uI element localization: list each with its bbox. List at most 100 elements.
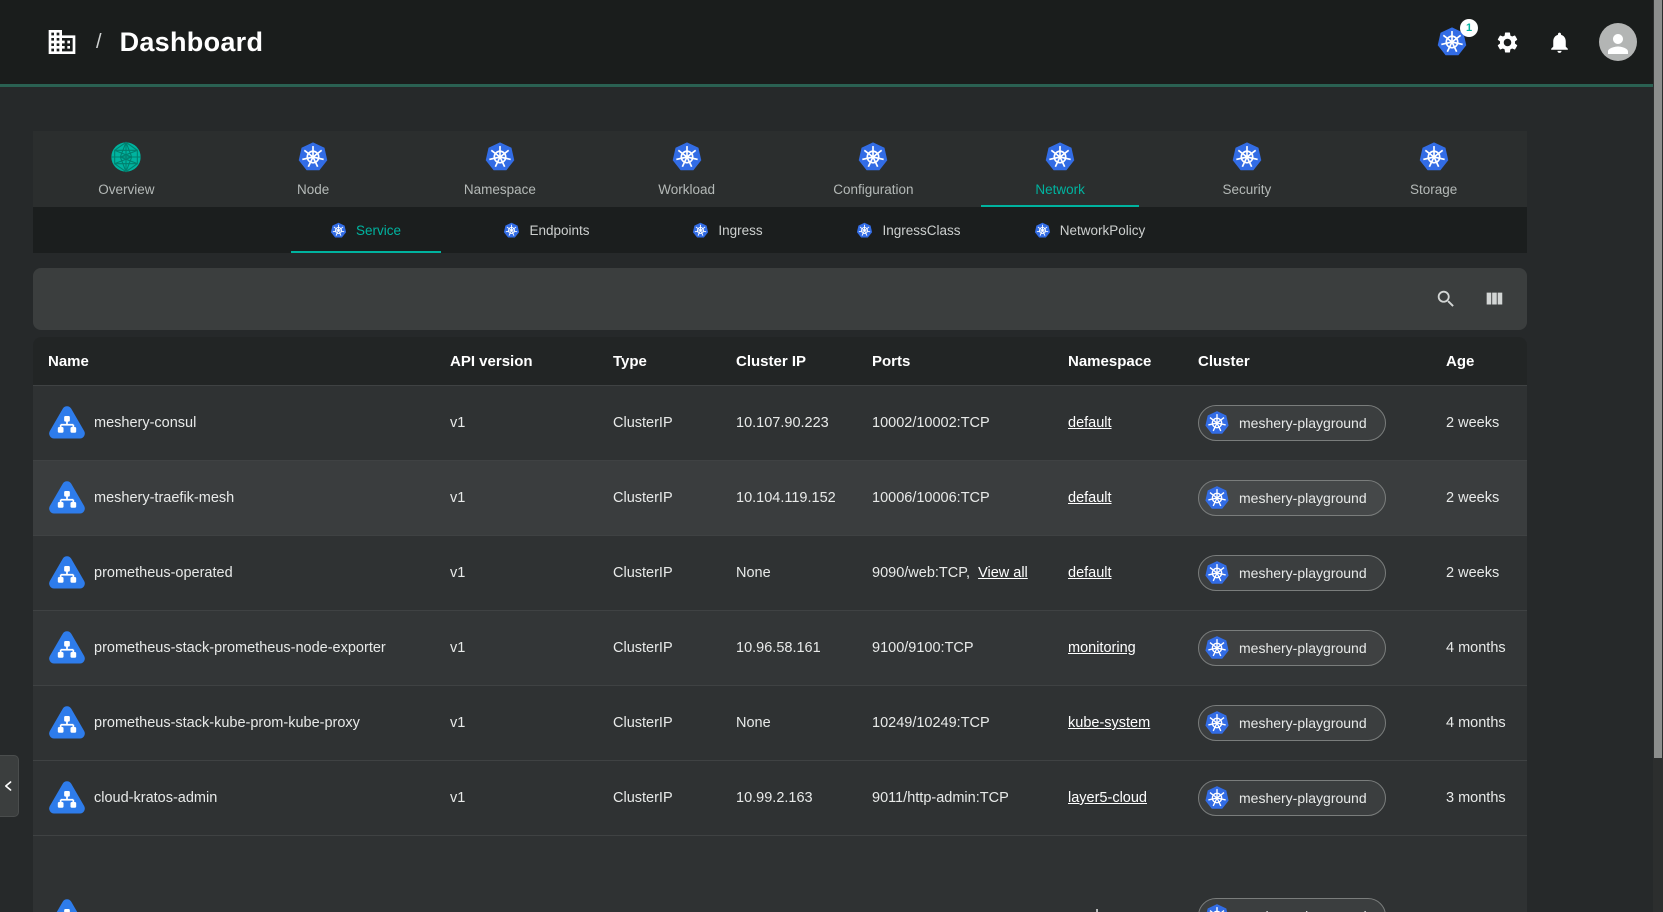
tab-icon: [1418, 141, 1450, 173]
namespace-link[interactable]: meshery: [1068, 908, 1124, 912]
view-all-ports-link[interactable]: View all: [978, 565, 1028, 581]
kubernetes-icon: [503, 222, 520, 239]
tab-label: Workload: [658, 182, 715, 197]
tab-label: Storage: [1410, 182, 1457, 197]
settings-gear-button[interactable]: [1495, 30, 1520, 55]
ports-value: 10006/10006:TCP: [872, 490, 990, 506]
age-value: 4 months: [1446, 640, 1506, 656]
tab-namespace[interactable]: Namespace: [407, 131, 594, 207]
namespace-link[interactable]: kube-system: [1068, 715, 1150, 731]
table-row[interactable]: meshery-traefik-mesh v1 ClusterIP 10.104…: [33, 460, 1527, 535]
namespace-link[interactable]: layer5-cloud: [1068, 790, 1147, 806]
subtab-label: Endpoints: [529, 223, 589, 238]
age-value: 2 weeks: [1446, 490, 1499, 506]
subtab-ingressclass[interactable]: IngressClass: [818, 207, 999, 253]
connected-clusters-button[interactable]: 1: [1436, 26, 1468, 58]
cluster-chip[interactable]: meshery-playground: [1198, 705, 1386, 741]
chevron-left-icon: [1, 778, 17, 794]
services-table: NameAPI versionTypeCluster IPPortsNamesp…: [33, 337, 1527, 912]
cluster-name: meshery-playground: [1239, 790, 1367, 806]
api-version-value: v1: [450, 640, 465, 656]
kubernetes-icon: [1204, 410, 1230, 436]
ports-value: 10249/10249:TCP: [872, 715, 990, 731]
ports-value: 9100/9100:TCP: [872, 640, 974, 656]
table-row[interactable]: prometheus-operated v1 ClusterIP None 90…: [33, 535, 1527, 610]
table-row[interactable]: prometheus-stack-kube-prom-kube-proxy v1…: [33, 685, 1527, 760]
cluster-chip[interactable]: meshery-playground: [1198, 555, 1386, 591]
cluster-chip[interactable]: meshery-playground: [1198, 780, 1386, 816]
service-icon: [48, 704, 86, 742]
tab-network[interactable]: Network: [967, 131, 1154, 207]
kubernetes-icon: [856, 222, 873, 239]
service-name: meshery-consul: [94, 415, 196, 431]
cluster-chip[interactable]: meshery-playground: [1198, 898, 1386, 912]
service-icon: [48, 897, 86, 912]
cluster-ip-value: None: [736, 565, 771, 581]
namespace-link[interactable]: monitoring: [1068, 640, 1136, 656]
cluster-ip-value: 10.104.119.152: [736, 490, 836, 506]
organization-icon[interactable]: [46, 26, 78, 58]
tab-icon: [1231, 141, 1263, 173]
cluster-name: meshery-playground: [1239, 908, 1367, 912]
column-header-namespace[interactable]: Namespace: [1053, 353, 1183, 370]
service-type-value: ClusterIP: [613, 790, 673, 806]
kubernetes-icon: [1204, 710, 1230, 736]
api-version-value: v1: [450, 490, 465, 506]
column-header-ports[interactable]: Ports: [857, 353, 1053, 370]
table-row[interactable]: meshery-consul v1 ClusterIP 10.107.90.22…: [33, 385, 1527, 460]
tab-security[interactable]: Security: [1154, 131, 1341, 207]
column-header-cluster-ip[interactable]: Cluster IP: [721, 353, 857, 370]
page-scrollbar[interactable]: [1653, 0, 1663, 912]
subtab-endpoints[interactable]: Endpoints: [456, 207, 637, 253]
service-name: cloud-kratos-admin: [94, 790, 217, 806]
kubernetes-icon: [1034, 222, 1051, 239]
cluster-ip-value: None: [736, 715, 771, 731]
tab-label: Security: [1222, 182, 1271, 197]
tab-icon: [297, 141, 329, 173]
kubernetes-icon: [1204, 485, 1230, 511]
column-header-cluster[interactable]: Cluster: [1183, 353, 1431, 370]
column-header-age[interactable]: Age: [1431, 353, 1527, 370]
subtab-service[interactable]: Service: [275, 207, 456, 253]
service-icon: [48, 779, 86, 817]
user-avatar[interactable]: [1599, 23, 1637, 61]
cluster-chip[interactable]: meshery-playground: [1198, 480, 1386, 516]
tab-icon: [857, 141, 889, 173]
namespace-link[interactable]: default: [1068, 415, 1112, 431]
subtab-ingress[interactable]: Ingress: [637, 207, 818, 253]
service-type-value: ClusterIP: [613, 640, 673, 656]
api-version-value: v1: [450, 715, 465, 731]
age-value: 3 months: [1446, 790, 1506, 806]
tab-node[interactable]: Node: [220, 131, 407, 207]
tab-label: Overview: [98, 182, 154, 197]
tab-overview[interactable]: Overview: [33, 131, 220, 207]
ports-value: 10002/10002:TCP: [872, 415, 990, 431]
table-row[interactable]: cloud-kratos-admin v1 ClusterIP 10.99.2.…: [33, 760, 1527, 835]
table-row[interactable]: meshery meshery-playground: [33, 835, 1527, 912]
subtab-networkpolicy[interactable]: NetworkPolicy: [999, 207, 1180, 253]
cluster-ip-value: 10.96.58.161: [736, 640, 821, 656]
tab-workload[interactable]: Workload: [593, 131, 780, 207]
column-header-api-version[interactable]: API version: [435, 353, 598, 370]
tab-configuration[interactable]: Configuration: [780, 131, 967, 207]
subtab-label: Ingress: [718, 223, 762, 238]
namespace-link[interactable]: default: [1068, 565, 1112, 581]
scrollbar-thumb[interactable]: [1654, 0, 1662, 758]
kubernetes-icon: [330, 222, 347, 239]
table-toolbar: [33, 268, 1527, 330]
column-header-type[interactable]: Type: [598, 353, 721, 370]
namespace-link[interactable]: default: [1068, 490, 1112, 506]
cluster-ip-value: 10.99.2.163: [736, 790, 813, 806]
service-type-value: ClusterIP: [613, 415, 673, 431]
notifications-bell-button[interactable]: [1547, 30, 1572, 55]
sidebar-collapse-toggle[interactable]: [0, 755, 19, 817]
view-columns-icon[interactable]: [1483, 288, 1505, 310]
column-header-name[interactable]: Name: [33, 353, 435, 370]
cluster-ip-value: 10.107.90.223: [736, 415, 829, 431]
cluster-chip[interactable]: meshery-playground: [1198, 630, 1386, 666]
table-row[interactable]: prometheus-stack-prometheus-node-exporte…: [33, 610, 1527, 685]
cluster-name: meshery-playground: [1239, 565, 1367, 581]
search-icon[interactable]: [1435, 288, 1457, 310]
cluster-chip[interactable]: meshery-playground: [1198, 405, 1386, 441]
tab-storage[interactable]: Storage: [1340, 131, 1527, 207]
